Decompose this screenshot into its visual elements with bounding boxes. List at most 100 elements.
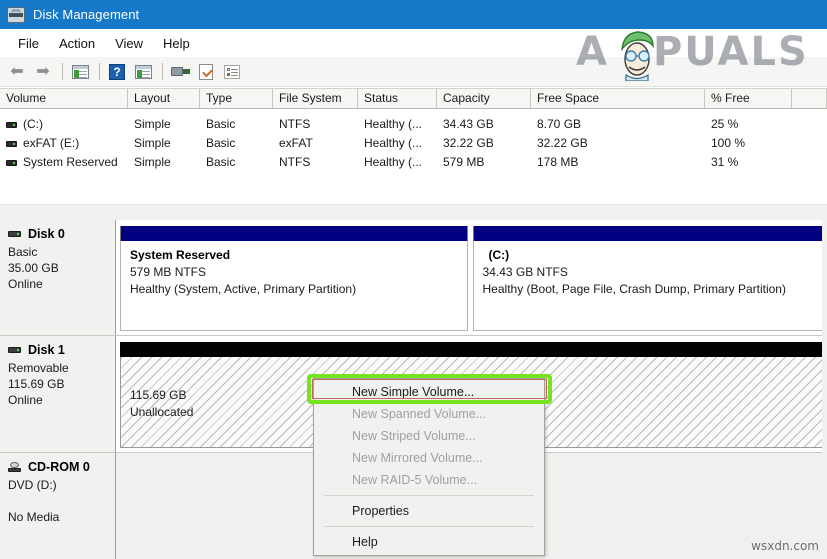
- cell-percent-free: 100 %: [711, 136, 746, 150]
- disk-1-name: Disk 1: [28, 343, 65, 357]
- menu-item-new-striped-volume: New Striped Volume...: [352, 429, 476, 443]
- cell-layout: Simple: [134, 136, 171, 150]
- table-row[interactable]: exFAT (E:) Simple Basic exFAT Healthy (.…: [0, 134, 827, 153]
- partition-details: System Reserved 579 MB NTFS Healthy (Sys…: [120, 241, 468, 331]
- menu-view[interactable]: View: [105, 34, 153, 53]
- partition-details: (C:) 34.43 GB NTFS Healthy (Boot, Page F…: [472, 241, 823, 331]
- disk-0-title: Disk 0: [8, 227, 115, 241]
- disk-row-disk-0[interactable]: Disk 0 Basic 35.00 GB Online System Rese…: [0, 220, 827, 336]
- partition-detail: 579 MB NTFS: [130, 265, 207, 279]
- cell-layout: Simple: [134, 155, 171, 169]
- cell-file-system: exFAT: [279, 136, 313, 150]
- table-row[interactable]: System Reserved Simple Basic NTFS Health…: [0, 153, 827, 172]
- table-row[interactable]: (C:) Simple Basic NTFS Healthy (... 34.4…: [0, 115, 827, 134]
- window-pane-icon: [71, 64, 89, 79]
- menu-item-new-simple-volume[interactable]: New Simple Volume...: [314, 381, 544, 403]
- disk-management-icon: [7, 6, 25, 23]
- cell-volume-label: exFAT (E:): [23, 136, 80, 150]
- rescan-disks-button[interactable]: [168, 61, 192, 83]
- menu-item-new-raid5-volume: New RAID-5 Volume...: [352, 473, 478, 487]
- column-header-type[interactable]: Type: [200, 89, 273, 108]
- cell-percent-free: 31 %: [711, 155, 739, 169]
- cell-volume: (C:): [0, 115, 128, 134]
- menu-action[interactable]: Action: [49, 34, 105, 53]
- partition-color-bar: [120, 226, 468, 241]
- cell-percent-free: 25 %: [711, 117, 739, 131]
- partition-title: (C:): [488, 248, 510, 262]
- context-menu-separator-1: [324, 495, 534, 496]
- cell-file-system: NTFS: [279, 117, 311, 131]
- cell-status: Healthy (...: [364, 155, 423, 169]
- properties-button[interactable]: [194, 61, 218, 83]
- cell-volume: exFAT (E:): [0, 134, 128, 153]
- page-check-icon: [199, 63, 213, 80]
- column-header-volume[interactable]: Volume: [0, 89, 128, 108]
- cell-layout: Simple: [134, 117, 171, 131]
- cdrom-0-title: CD-ROM 0: [8, 460, 115, 474]
- context-menu: New Simple Volume... New Spanned Volume.…: [313, 378, 545, 556]
- column-header-layout[interactable]: Layout: [128, 89, 200, 108]
- disk-1-size: 115.69 GB: [8, 377, 65, 391]
- menu-bar: File Action View Help: [0, 29, 827, 57]
- partition-c-drive[interactable]: (C:) 34.43 GB NTFS Healthy (Boot, Page F…: [472, 226, 823, 331]
- cell-status: Healthy (...: [364, 117, 423, 131]
- cell-capacity: 579 MB: [443, 155, 485, 169]
- column-header-capacity[interactable]: Capacity: [437, 89, 531, 108]
- back-button[interactable]: ⬅: [5, 61, 29, 83]
- cell-type: Basic: [206, 136, 236, 150]
- volume-icon: [6, 140, 17, 147]
- up-one-level-button[interactable]: [68, 61, 92, 83]
- help-button[interactable]: ?: [105, 61, 129, 83]
- disk-info-cdrom-0[interactable]: CD-ROM 0 DVD (D:) No Media: [0, 453, 116, 559]
- cell-volume-label: System Reserved: [23, 155, 118, 169]
- cell-free-space: 32.22 GB: [537, 136, 588, 150]
- cdrom-0-name: CD-ROM 0: [28, 460, 90, 474]
- disk-1-type: Removable: [8, 361, 69, 375]
- disk-0-type: Basic: [8, 245, 38, 259]
- cell-capacity: 34.43 GB: [443, 117, 494, 131]
- toolbar-separator-1: [62, 63, 63, 80]
- cdrom-0-type: DVD (D:): [8, 478, 57, 492]
- cell-free-space: 178 MB: [537, 155, 579, 169]
- toolbar: ⬅ ➡ ?: [0, 57, 827, 87]
- forward-button[interactable]: ➡: [31, 61, 55, 83]
- column-header-file-system[interactable]: File System: [273, 89, 358, 108]
- cdrom-0-state: No Media: [8, 510, 60, 524]
- partition-status: Healthy (Boot, Page File, Crash Dump, Pr…: [482, 282, 786, 296]
- disk-0-size: 35.00 GB: [8, 261, 59, 275]
- disk-0-state: Online: [8, 277, 43, 291]
- show-console-tree-button[interactable]: [131, 61, 155, 83]
- partition-color-bar: [120, 342, 826, 357]
- cell-file-system: NTFS: [279, 155, 311, 169]
- column-header-percent-free[interactable]: % Free: [705, 89, 792, 108]
- column-header-extra[interactable]: [792, 89, 827, 108]
- column-header-free-space[interactable]: Free Space: [531, 89, 705, 108]
- disk-1-title: Disk 1: [8, 343, 115, 357]
- list-view-button[interactable]: [220, 61, 244, 83]
- volume-list-header: Volume Layout Type File System Status Ca…: [0, 88, 827, 109]
- window-pane-green-icon: [134, 64, 152, 79]
- toolbar-separator-2: [99, 63, 100, 80]
- cell-volume-label: (C:): [23, 117, 43, 131]
- partition-status: Healthy (System, Active, Primary Partiti…: [130, 282, 357, 296]
- partition-system-reserved[interactable]: System Reserved 579 MB NTFS Healthy (Sys…: [120, 226, 468, 331]
- removable-disk-icon: [8, 347, 21, 353]
- cell-capacity: 32.22 GB: [443, 136, 494, 150]
- cell-type: Basic: [206, 117, 236, 131]
- cell-type: Basic: [206, 155, 236, 169]
- menu-item-help[interactable]: Help: [314, 531, 544, 553]
- menu-item-new-mirrored-volume: New Mirrored Volume...: [352, 451, 483, 465]
- volume-icon: [6, 121, 17, 128]
- cell-free-space: 8.70 GB: [537, 117, 582, 131]
- plug-icon: [170, 66, 190, 77]
- vertical-scrollbar[interactable]: [822, 220, 827, 559]
- disk-info-disk-1[interactable]: Disk 1 Removable 115.69 GB Online: [0, 336, 116, 452]
- context-menu-separator-2: [324, 526, 534, 527]
- menu-item-properties[interactable]: Properties: [314, 500, 544, 522]
- disk-info-disk-0[interactable]: Disk 0 Basic 35.00 GB Online: [0, 220, 116, 335]
- menu-help[interactable]: Help: [153, 34, 200, 53]
- column-header-status[interactable]: Status: [358, 89, 437, 108]
- cell-volume: System Reserved: [0, 153, 128, 172]
- menu-file[interactable]: File: [8, 34, 49, 53]
- disk-0-name: Disk 0: [28, 227, 65, 241]
